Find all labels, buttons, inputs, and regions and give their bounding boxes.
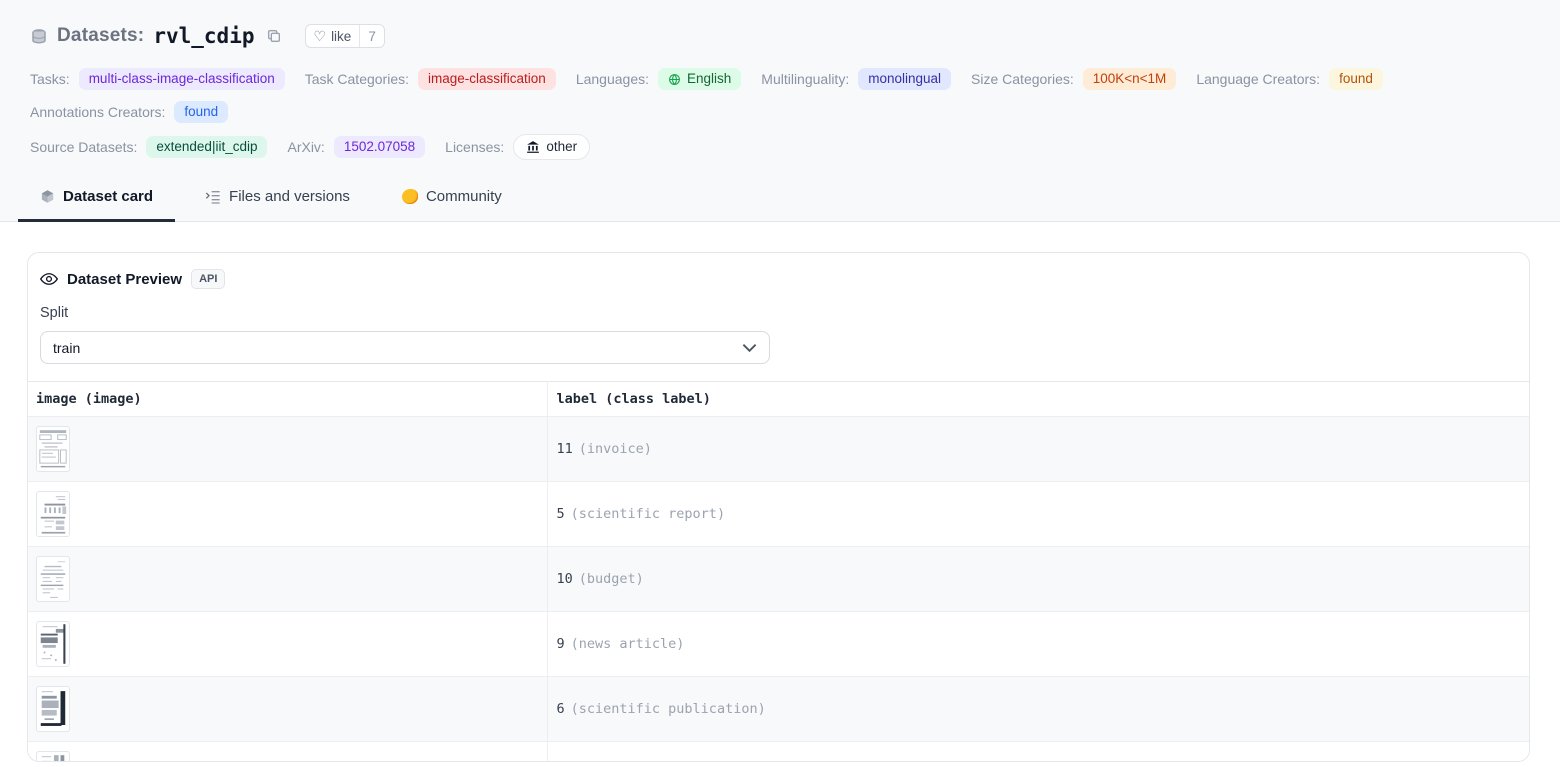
heart-icon: ♡ [314,29,327,43]
label-value: 5 [557,506,565,522]
tag-row-1: Tasks: multi-class-image-classification … [30,68,1530,123]
table-row[interactable]: 10 (budget) [28,547,1529,612]
bank-icon [526,140,540,154]
tab-bar: Dataset card Files and versions Communit… [18,188,1530,221]
source-datasets-label: Source Datasets: [30,139,137,155]
split-select[interactable]: train [40,331,770,364]
language-creators-label: Language Creators: [1196,71,1320,87]
label-value: 6 [557,701,565,717]
table-row[interactable]: 6 (scientific publication) [28,677,1529,742]
tag-size-categories[interactable]: 100K<n<1M [1083,68,1177,90]
dataset-title-row: Datasets: rvl_cdip ♡ like 7 [30,24,1530,48]
file-list-icon [205,190,221,204]
label-name: (scientific publication) [571,701,766,717]
label-name: (invoice) [579,441,652,457]
multilinguality-label: Multilinguality: [761,71,849,87]
preview-title: Dataset Preview [67,271,182,288]
tab-files-versions[interactable]: Files and versions [183,188,372,222]
label-name: (scientific report) [571,506,725,522]
tag-group-tasks: Tasks: multi-class-image-classification [30,68,285,90]
tag-languages[interactable]: English [658,68,741,90]
database-icon [30,27,48,45]
tasks-label: Tasks: [30,71,70,87]
size-categories-label: Size Categories: [971,71,1074,87]
tag-group-language-creators: Language Creators: found [1196,68,1383,90]
tag-source-datasets[interactable]: extended|iit_cdip [146,136,267,158]
tag-licenses[interactable]: other [513,134,590,160]
like-button[interactable]: ♡ like 7 [305,24,385,48]
split-select-value: train [53,340,80,356]
languages-value: English [687,71,731,87]
tag-group-multilinguality: Multilinguality: monolingual [761,68,951,90]
copy-icon[interactable] [266,28,282,44]
tab-community-label: Community [426,188,502,205]
column-header-label[interactable]: label (class label) [547,382,1529,417]
document-thumbnail[interactable] [36,686,70,732]
preview-head: Dataset Preview API Split train [28,253,1529,364]
document-thumbnail[interactable] [36,751,70,762]
like-button-main[interactable]: ♡ like [306,25,360,47]
column-header-image[interactable]: image (image) [28,382,547,417]
licenses-value: other [546,139,577,155]
label-name: (budget) [579,571,644,587]
arxiv-label: ArXiv: [287,139,324,155]
document-thumbnail[interactable] [36,491,70,537]
tag-group-licenses: Licenses: other [445,134,590,160]
table-header-row: image (image) label (class label) [28,382,1529,417]
page-title: rvl_cdip [153,24,254,48]
chevron-down-icon [742,343,757,353]
tag-group-annotations-creators: Annotations Creators: found [30,101,228,123]
label-value: 11 [557,441,573,457]
tag-group-arxiv: ArXiv: 1502.07058 [287,136,425,158]
languages-label: Languages: [576,71,649,87]
document-thumbnail[interactable] [36,556,70,602]
label-value: 9 [557,636,565,652]
like-count[interactable]: 7 [359,25,384,47]
api-badge[interactable]: API [191,269,225,289]
dataset-preview-card: Dataset Preview API Split train image (i… [27,252,1530,762]
tab-files-versions-label: Files and versions [229,188,350,205]
task-categories-label: Task Categories: [305,71,409,87]
tag-tasks[interactable]: multi-class-image-classification [79,68,285,90]
label-value: 10 [557,571,573,587]
like-label: like [331,29,351,44]
page-header: Datasets: rvl_cdip ♡ like 7 Tasks: multi… [0,0,1560,222]
document-thumbnail[interactable] [36,426,70,472]
split-label: Split [40,305,1517,321]
tab-community[interactable]: Community [380,188,524,222]
cube-icon [40,189,55,204]
tag-arxiv[interactable]: 1502.07058 [334,136,425,158]
eye-icon [40,272,58,286]
table-row[interactable]: 9 (news article) [28,612,1529,677]
globe-icon [668,73,681,86]
tag-group-task-categories: Task Categories: image-classification [305,68,556,90]
tag-rows: Tasks: multi-class-image-classification … [30,68,1530,160]
tag-group-source-datasets: Source Datasets: extended|iit_cdip [30,136,267,158]
tag-annotations-creators[interactable]: found [174,101,228,123]
table-row[interactable]: 5 (scientific report) [28,482,1529,547]
community-hand-icon [402,189,418,204]
tab-dataset-card-label: Dataset card [63,188,153,205]
tag-language-creators[interactable]: found [1329,68,1383,90]
document-thumbnail[interactable] [36,621,70,667]
table-row[interactable] [28,742,1529,763]
tag-row-2: Source Datasets: extended|iit_cdip ArXiv… [30,134,1530,160]
licenses-label: Licenses: [445,139,504,155]
main-content: Dataset Preview API Split train image (i… [0,222,1560,762]
tag-multilinguality[interactable]: monolingual [858,68,951,90]
breadcrumb[interactable]: Datasets: [57,25,144,47]
label-name: (news article) [571,636,685,652]
preview-title-row: Dataset Preview API [40,269,1517,289]
tag-task-categories[interactable]: image-classification [418,68,556,90]
preview-table: image (image) label (class label) 11 (inv… [28,381,1529,762]
tab-dataset-card[interactable]: Dataset card [18,188,175,222]
table-row[interactable]: 11 (invoice) [28,417,1529,482]
tag-group-languages: Languages: English [576,68,741,90]
tag-group-size-categories: Size Categories: 100K<n<1M [971,68,1176,90]
annotations-creators-label: Annotations Creators: [30,104,165,120]
